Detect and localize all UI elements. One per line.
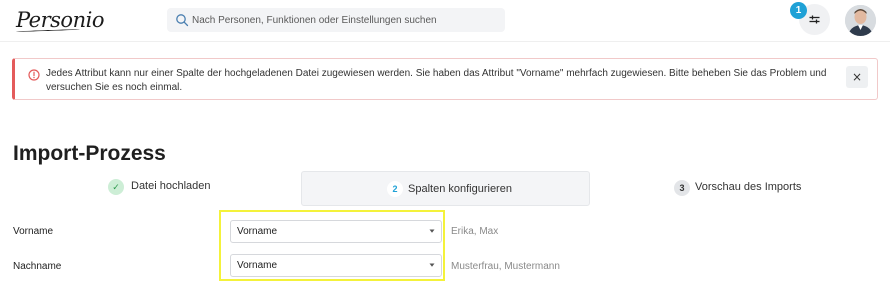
step-number: 3 bbox=[674, 180, 690, 196]
search-box[interactable] bbox=[167, 8, 505, 32]
top-bar: Personio 1 bbox=[0, 0, 890, 42]
user-avatar[interactable] bbox=[845, 5, 876, 36]
caret-down-icon bbox=[429, 229, 435, 233]
step-configure-columns[interactable]: 2 Spalten konfigurieren bbox=[301, 171, 590, 206]
step-label: Datei hochladen bbox=[131, 180, 211, 192]
step-label: Spalten konfigurieren bbox=[408, 183, 512, 195]
error-circle-icon bbox=[28, 69, 40, 81]
attribute-select-last-name[interactable]: Vorname bbox=[230, 254, 442, 277]
alert-message: Jedes Attribut kann nur einer Spalte der… bbox=[46, 68, 827, 93]
search-input[interactable] bbox=[192, 8, 497, 32]
column-label-first-name: Vorname bbox=[13, 226, 54, 237]
select-value: Vorname bbox=[237, 226, 278, 237]
attribute-select-first-name[interactable]: Vorname bbox=[230, 220, 442, 243]
caret-down-icon bbox=[429, 263, 435, 267]
step-label: Vorschau des Imports bbox=[695, 181, 802, 193]
notification-badge: 1 bbox=[790, 2, 807, 19]
personio-logo[interactable]: Personio bbox=[16, 8, 104, 32]
avatar-portrait-icon bbox=[845, 5, 876, 36]
checkmark-icon: ✓ bbox=[108, 179, 124, 195]
error-alert: Jedes Attribut kann nur einer Spalte der… bbox=[12, 58, 878, 100]
filter-icon bbox=[809, 15, 820, 24]
step-number: 2 bbox=[387, 181, 403, 197]
column-label-last-name: Nachname bbox=[13, 261, 62, 272]
search-icon bbox=[176, 14, 189, 27]
sample-values: Erika, Max bbox=[451, 226, 499, 237]
sample-values: Musterfrau, Mustermann bbox=[451, 261, 560, 272]
select-value: Vorname bbox=[237, 260, 278, 271]
page-title: Import-Prozess bbox=[13, 142, 166, 165]
close-alert-button[interactable]: × bbox=[846, 66, 868, 88]
step-upload-file[interactable]: ✓ Datei hochladen bbox=[108, 171, 298, 206]
step-preview-import[interactable]: 3 Vorschau des Imports bbox=[674, 171, 864, 206]
